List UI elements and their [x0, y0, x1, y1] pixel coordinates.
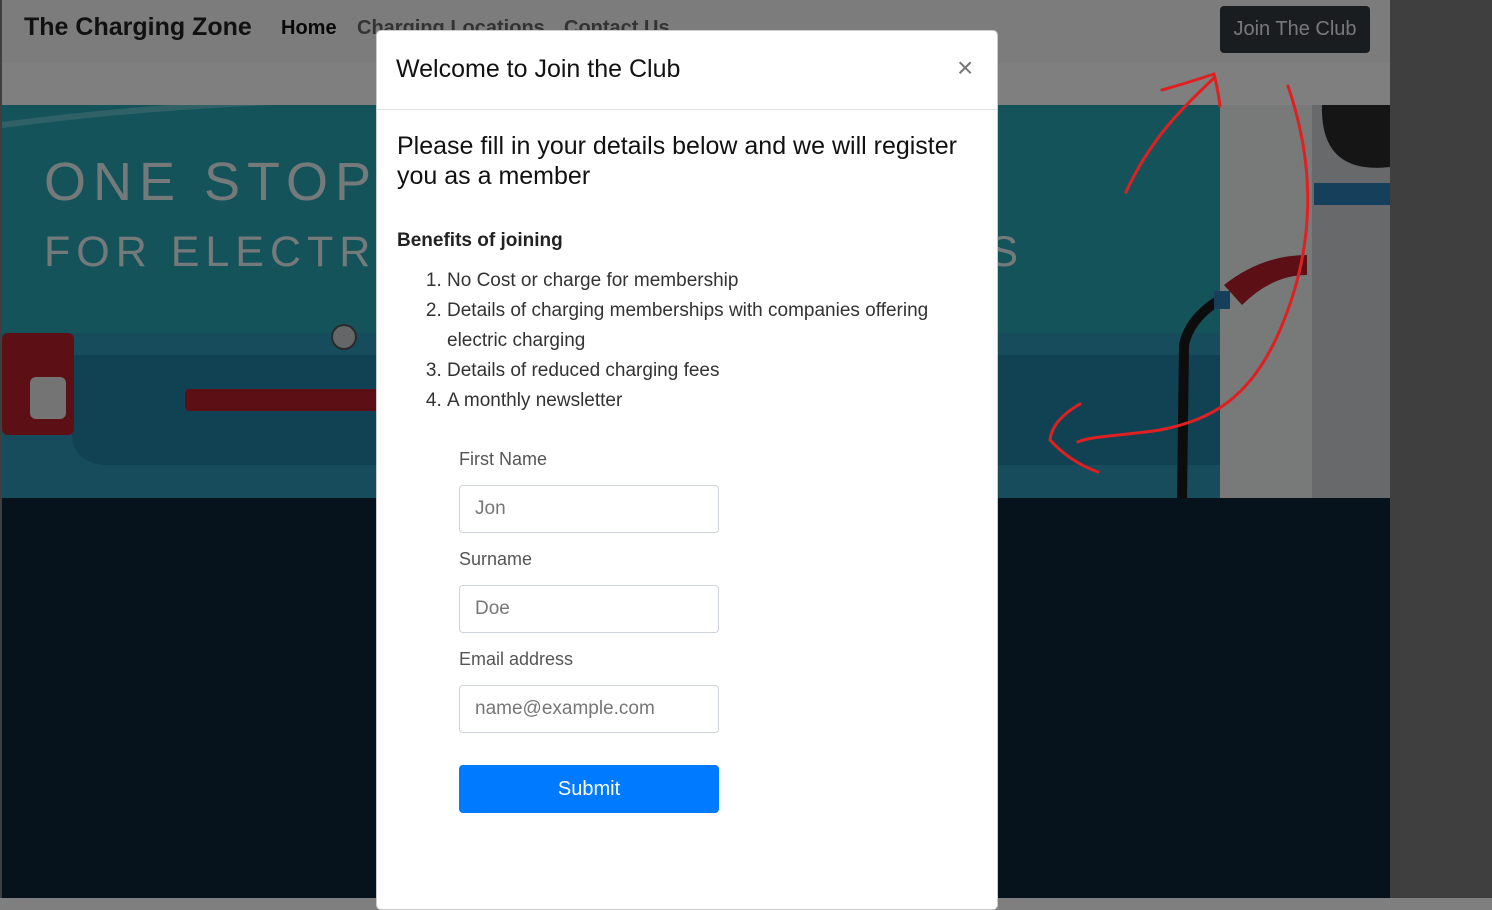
benefit-item: Details of charging memberships with com… [447, 296, 977, 356]
surname-input[interactable] [459, 585, 719, 633]
email-label: Email address [459, 649, 574, 669]
benefit-item: A monthly newsletter [447, 386, 977, 416]
email-input[interactable] [459, 685, 719, 733]
modal-lead-text: Please fill in your details below and we… [397, 132, 957, 190]
submit-button[interactable]: Submit [459, 765, 719, 813]
benefits-title: Benefits of joining [397, 230, 563, 251]
join-form: First Name Surname Email address Submit [459, 449, 719, 813]
modal-header: Welcome to Join the Club × [377, 31, 997, 110]
surname-label: Surname [459, 549, 533, 569]
benefits-list: No Cost or charge for membership Details… [397, 266, 977, 416]
join-club-modal: Welcome to Join the Club × Please fill i… [376, 30, 998, 910]
first-name-input[interactable] [459, 485, 719, 533]
close-icon[interactable]: × [957, 53, 973, 83]
modal-title: Welcome to Join the Club [396, 55, 681, 83]
benefit-item: No Cost or charge for membership [447, 266, 977, 296]
first-name-label: First Name [459, 449, 548, 469]
benefit-item: Details of reduced charging fees [447, 356, 977, 386]
